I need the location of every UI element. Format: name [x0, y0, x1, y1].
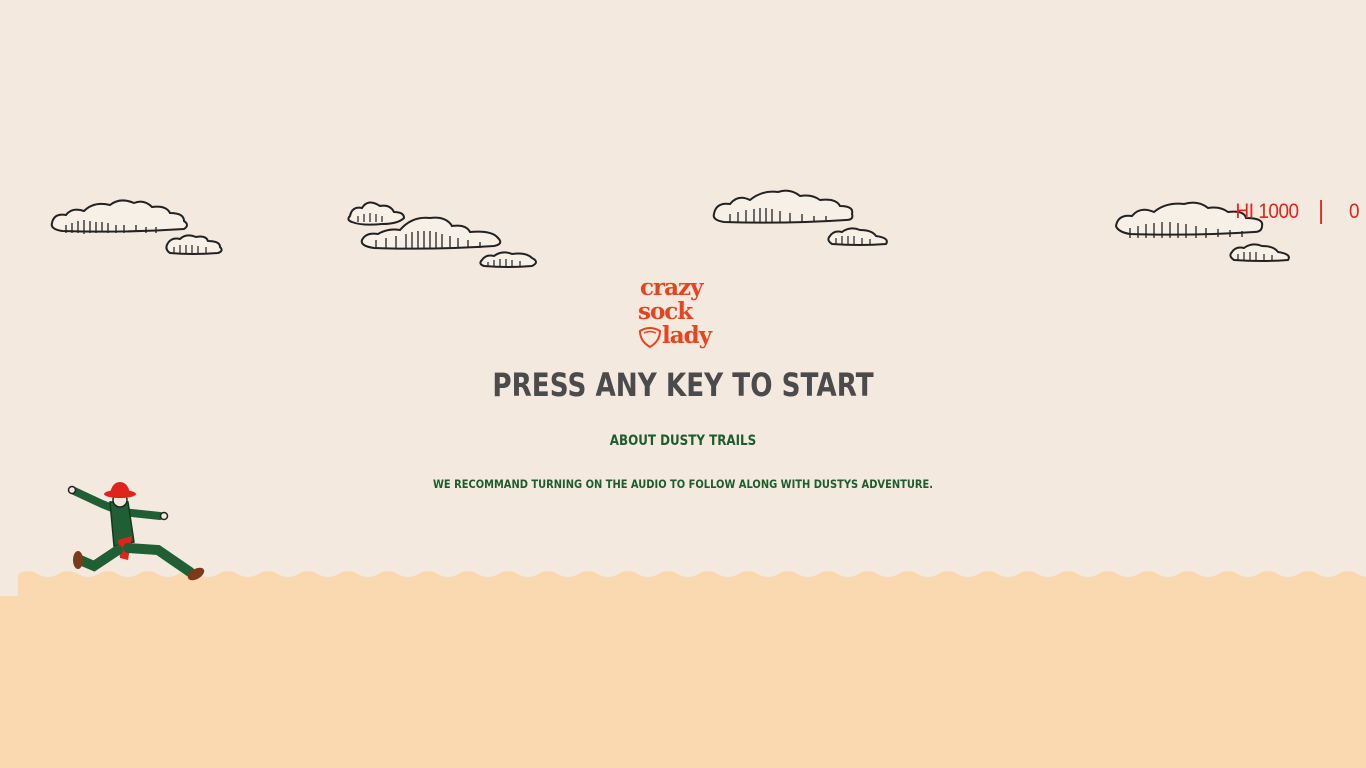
ground-edge: [18, 571, 1366, 600]
desert-ground: [0, 596, 1366, 768]
press-any-key-prompt: PRESS ANY KEY TO START: [492, 366, 874, 404]
current-score: 0: [1348, 200, 1360, 223]
hi-label: HI: [1235, 200, 1254, 223]
score-display: HI 1000 0: [1235, 198, 1366, 226]
runner-character: [67, 482, 205, 581]
cloud-icon: [347, 201, 537, 268]
audio-recommendation-note: WE RECOMMAND TURNING ON THE AUDIO TO FOL…: [432, 477, 934, 491]
cloud-icon: [50, 199, 223, 255]
crazy-sock-lady-logo: crazy sock lady: [636, 276, 730, 354]
logo-line-2: sock: [638, 298, 693, 325]
cloud-icon: [712, 189, 888, 246]
hi-value: 1000: [1258, 200, 1299, 223]
sock-shield-icon: [638, 327, 662, 349]
hi-score: HI 1000: [1235, 200, 1299, 224]
logo-line-3: lady: [662, 322, 712, 349]
about-dusty-trails-link[interactable]: ABOUT DUSTY TRAILS: [102, 433, 1263, 449]
score-divider: [1319, 200, 1322, 224]
logo-line-1: crazy: [640, 274, 703, 301]
